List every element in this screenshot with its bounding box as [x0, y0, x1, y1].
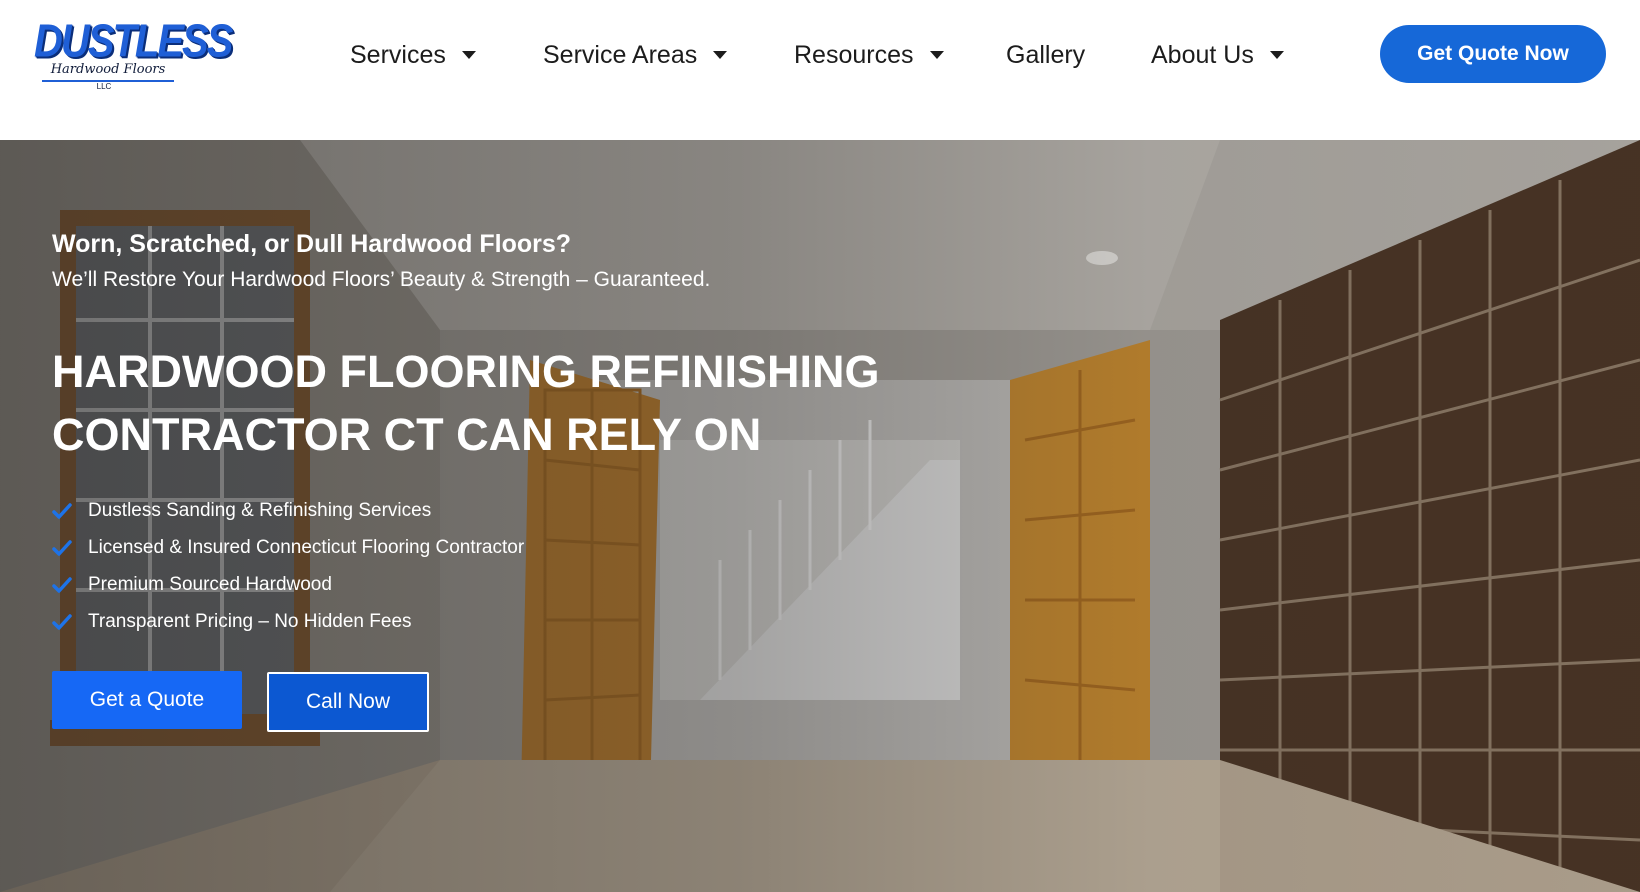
check-icon	[52, 539, 72, 556]
site-header: DUSTLESS Hardwood Floors LLC Services Se…	[0, 0, 1640, 140]
hero-kicker: Worn, Scratched, or Dull Hardwood Floors…	[52, 230, 572, 258]
feature-list: Dustless Sanding & Refinishing Services …	[52, 492, 652, 640]
check-icon	[52, 613, 72, 630]
list-item: Licensed & Insured Connecticut Flooring …	[52, 529, 652, 566]
nav-item-resources[interactable]: Resources	[794, 34, 944, 76]
hero-title-line-2: CONTRACTOR CT CAN RELY ON	[52, 409, 762, 460]
get-quote-now-button[interactable]: Get Quote Now	[1380, 25, 1606, 83]
nav-item-label: Gallery	[1006, 40, 1086, 69]
list-item: Premium Sourced Hardwood	[52, 566, 652, 603]
caret-down-icon[interactable]	[461, 51, 476, 59]
hero-title: HARDWOOD FLOORING REFINISHING CONTRACTOR…	[52, 340, 952, 466]
feature-text: Transparent Pricing – No Hidden Fees	[88, 610, 412, 632]
nav-item-services[interactable]: Services	[350, 34, 476, 76]
hero-title-line-1: HARDWOOD FLOORING REFINISHING	[52, 346, 880, 397]
caret-down-icon[interactable]	[1269, 51, 1284, 59]
nav-item-gallery[interactable]: Gallery	[1006, 34, 1085, 76]
check-icon	[52, 576, 72, 593]
feature-text: Licensed & Insured Connecticut Flooring …	[88, 536, 525, 558]
feature-text: Premium Sourced Hardwood	[88, 573, 332, 595]
nav-item-label: Resources	[794, 40, 914, 69]
logo[interactable]: DUSTLESS Hardwood Floors LLC	[34, 16, 233, 91]
caret-down-icon[interactable]	[929, 51, 944, 59]
list-item: Transparent Pricing – No Hidden Fees	[52, 603, 652, 640]
logo-llc: LLC	[96, 82, 112, 91]
nav-item-label: Service Areas	[543, 40, 698, 69]
get-a-quote-button[interactable]: Get a Quote	[52, 671, 242, 729]
hero-subtitle: We’ll Restore Your Hardwood Floors’ Beau…	[52, 268, 711, 291]
check-icon	[52, 502, 72, 519]
logo-wordmark: DUSTLESS	[34, 16, 233, 67]
feature-text: Dustless Sanding & Refinishing Services	[88, 499, 432, 521]
nav-item-label: Services	[350, 40, 446, 69]
call-now-button[interactable]: Call Now	[267, 672, 429, 732]
hero-section: Worn, Scratched, or Dull Hardwood Floors…	[0, 140, 1640, 892]
nav-item-about-us[interactable]: About Us	[1151, 34, 1284, 76]
logo-tagline: Hardwood Floors	[42, 62, 174, 82]
nav-item-label: About Us	[1151, 40, 1254, 69]
nav-item-service-areas[interactable]: Service Areas	[543, 34, 728, 76]
list-item: Dustless Sanding & Refinishing Services	[52, 492, 652, 529]
caret-down-icon[interactable]	[713, 51, 728, 59]
